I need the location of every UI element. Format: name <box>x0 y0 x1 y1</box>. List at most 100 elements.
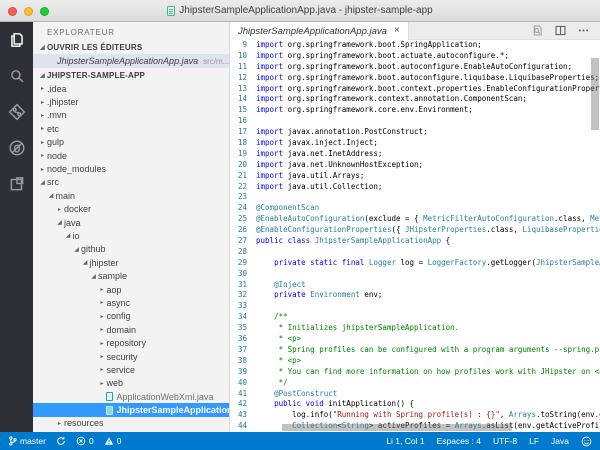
tree-folder-item[interactable]: ◢jhipster <box>33 256 229 269</box>
code-line[interactable]: 16 <box>230 116 600 127</box>
code-line[interactable]: 37 * Spring profiles can be configured w… <box>230 345 600 356</box>
zoom-window-button[interactable] <box>40 7 49 16</box>
horizontal-scrollbar[interactable] <box>282 424 512 431</box>
search-icon[interactable] <box>7 66 27 86</box>
tree-folder-item[interactable]: ▸resources <box>33 417 229 430</box>
code-line[interactable]: 24@ComponentScan <box>230 203 600 214</box>
project-section-header[interactable]: ◢ JHIPSTER-SAMPLE-APP <box>33 68 229 82</box>
tab-close-icon[interactable]: × <box>394 26 400 36</box>
code-line[interactable]: 32 private Environment env; <box>230 290 600 301</box>
code-line[interactable]: 30 <box>230 269 600 280</box>
tree-folder-item[interactable]: ▸web <box>33 377 229 390</box>
tree-file-item[interactable]: JhipsterSampleApplicationApp.java <box>33 403 229 416</box>
code-line[interactable]: 21import java.util.Arrays; <box>230 171 600 182</box>
code-line[interactable]: 25@EnableAutoConfiguration(exclude = { M… <box>230 214 600 225</box>
warnings-item[interactable]: 0 <box>104 436 122 446</box>
code-line-text: public class JhipsterSampleApplicationAp… <box>256 236 450 247</box>
open-editor-item[interactable]: JhipsterSampleApplicationApp.java src/m.… <box>33 54 229 68</box>
code-line[interactable]: 41 @PostConstruct <box>230 389 600 400</box>
minimize-window-button[interactable] <box>24 7 33 16</box>
tree-folder-item[interactable]: ▸.idea <box>33 82 229 95</box>
tree-folder-item[interactable]: ▸node_modules <box>33 162 229 175</box>
split-editor-icon[interactable] <box>554 24 567 37</box>
code-line[interactable]: 20import java.net.UnknownHostException; <box>230 160 600 171</box>
errors-item[interactable]: 0 <box>76 436 94 446</box>
code-line[interactable]: 31 @Inject <box>230 280 600 291</box>
code-line[interactable]: 43 log.info("Running with Spring profile… <box>230 410 600 421</box>
code-line[interactable]: 22import java.util.Collection; <box>230 182 600 193</box>
line-number: 26 <box>230 225 256 236</box>
tree-folder-item[interactable]: ▸service <box>33 363 229 376</box>
tree-folder-item[interactable]: ▸domain <box>33 323 229 336</box>
code-line[interactable]: 36 * <p> <box>230 334 600 345</box>
code-line[interactable]: 33 <box>230 301 600 312</box>
close-window-button[interactable] <box>8 7 17 16</box>
tree-folder-item[interactable]: ◢src <box>33 176 229 189</box>
more-actions-icon[interactable] <box>577 24 590 37</box>
tree-folder-item[interactable]: ▸security <box>33 350 229 363</box>
code-line[interactable]: 35 * Initializes jhipsterSampleApplicati… <box>230 323 600 334</box>
tree-folder-item[interactable]: ◢sample <box>33 269 229 282</box>
chevron-collapsed-icon: ▸ <box>38 99 47 106</box>
line-number: 11 <box>230 62 256 73</box>
cursor-position[interactable]: Li 1, Col 1 <box>386 436 424 446</box>
tree-folder-item[interactable]: ▸config <box>33 310 229 323</box>
code-area[interactable]: 9import org.springframework.boot.SpringA… <box>230 40 600 432</box>
code-line[interactable]: 34 /** <box>230 312 600 323</box>
tree-folder-item[interactable]: ▸repository <box>33 336 229 349</box>
code-line[interactable]: 19import java.net.InetAddress; <box>230 149 600 160</box>
code-line[interactable]: 27public class JhipsterSampleApplication… <box>230 236 600 247</box>
window-title: JhipsterSampleApplicationApp.java - jhip… <box>179 5 432 16</box>
tree-file-item[interactable]: ApplicationWebXml.java <box>33 390 229 403</box>
git-branch-item[interactable]: master <box>8 436 46 446</box>
code-line[interactable]: 12import org.springframework.boot.autoco… <box>230 73 600 84</box>
code-line[interactable]: 39 * You can find more information on ho… <box>230 367 600 378</box>
tree-folder-item[interactable]: ◢io <box>33 229 229 242</box>
tree-folder-item[interactable]: ▸async <box>33 296 229 309</box>
code-line[interactable]: 38 * <p> <box>230 356 600 367</box>
feedback-smiley-icon[interactable] <box>581 436 592 447</box>
tree-folder-item[interactable]: ◢java <box>33 216 229 229</box>
code-line[interactable]: 28 <box>230 247 600 258</box>
vertical-scrollbar[interactable] <box>591 58 599 130</box>
tree-folder-item[interactable]: ▸node <box>33 149 229 162</box>
tree-folder-item[interactable]: ▸etc <box>33 122 229 135</box>
code-line[interactable]: 17import javax.annotation.PostConstruct; <box>230 127 600 138</box>
code-line[interactable]: 11import org.springframework.boot.autoco… <box>230 62 600 73</box>
eol-setting[interactable]: LF <box>529 436 539 446</box>
line-number: 18 <box>230 138 256 149</box>
code-line[interactable]: 18import javax.inject.Inject; <box>230 138 600 149</box>
code-line[interactable]: 14import org.springframework.context.ann… <box>230 94 600 105</box>
code-line[interactable]: 15import org.springframework.core.env.En… <box>230 105 600 116</box>
code-line[interactable]: 29 private static final Logger log = Log… <box>230 258 600 269</box>
line-number: 35 <box>230 323 256 334</box>
tree-folder-item[interactable]: ▸aop <box>33 283 229 296</box>
open-editors-header[interactable]: ◢ OUVRIR LES ÉDITEURS <box>33 40 229 54</box>
tree-folder-item[interactable]: ▸.jhipster <box>33 95 229 108</box>
git-branch-icon <box>8 436 17 446</box>
encoding-setting[interactable]: UTF-8 <box>493 436 517 446</box>
tree-folder-item[interactable]: ▸docker <box>33 203 229 216</box>
source-control-icon[interactable] <box>7 102 27 122</box>
open-preview-icon[interactable] <box>531 24 544 37</box>
code-line[interactable]: 9import org.springframework.boot.SpringA… <box>230 40 600 51</box>
code-line[interactable]: 26@EnableConfigurationProperties({ JHips… <box>230 225 600 236</box>
explorer-icon[interactable] <box>7 30 27 50</box>
tree-folder-item[interactable]: ▸gulp <box>33 136 229 149</box>
code-line[interactable]: 10import org.springframework.boot.actuat… <box>230 51 600 62</box>
tab-jhipster-sample-application-app[interactable]: JhipsterSampleApplicationApp.java × <box>230 22 409 40</box>
tree-item-label: security <box>107 352 138 362</box>
debug-icon[interactable] <box>7 138 27 158</box>
language-mode[interactable]: Java <box>551 436 569 446</box>
sync-item[interactable] <box>56 436 66 446</box>
code-line[interactable]: 13import org.springframework.boot.contex… <box>230 84 600 95</box>
code-line[interactable]: 23 <box>230 192 600 203</box>
tree-folder-item[interactable]: ◢github <box>33 243 229 256</box>
code-line[interactable]: 40 */ <box>230 378 600 389</box>
tree-folder-item[interactable]: ◢main <box>33 189 229 202</box>
chevron-collapsed-icon: ▸ <box>98 366 107 373</box>
code-line[interactable]: 42 public void initApplication() { <box>230 399 600 410</box>
extensions-icon[interactable] <box>7 174 27 194</box>
tree-folder-item[interactable]: ▸.mvn <box>33 109 229 122</box>
indentation-setting[interactable]: Espaces : 4 <box>437 436 481 446</box>
